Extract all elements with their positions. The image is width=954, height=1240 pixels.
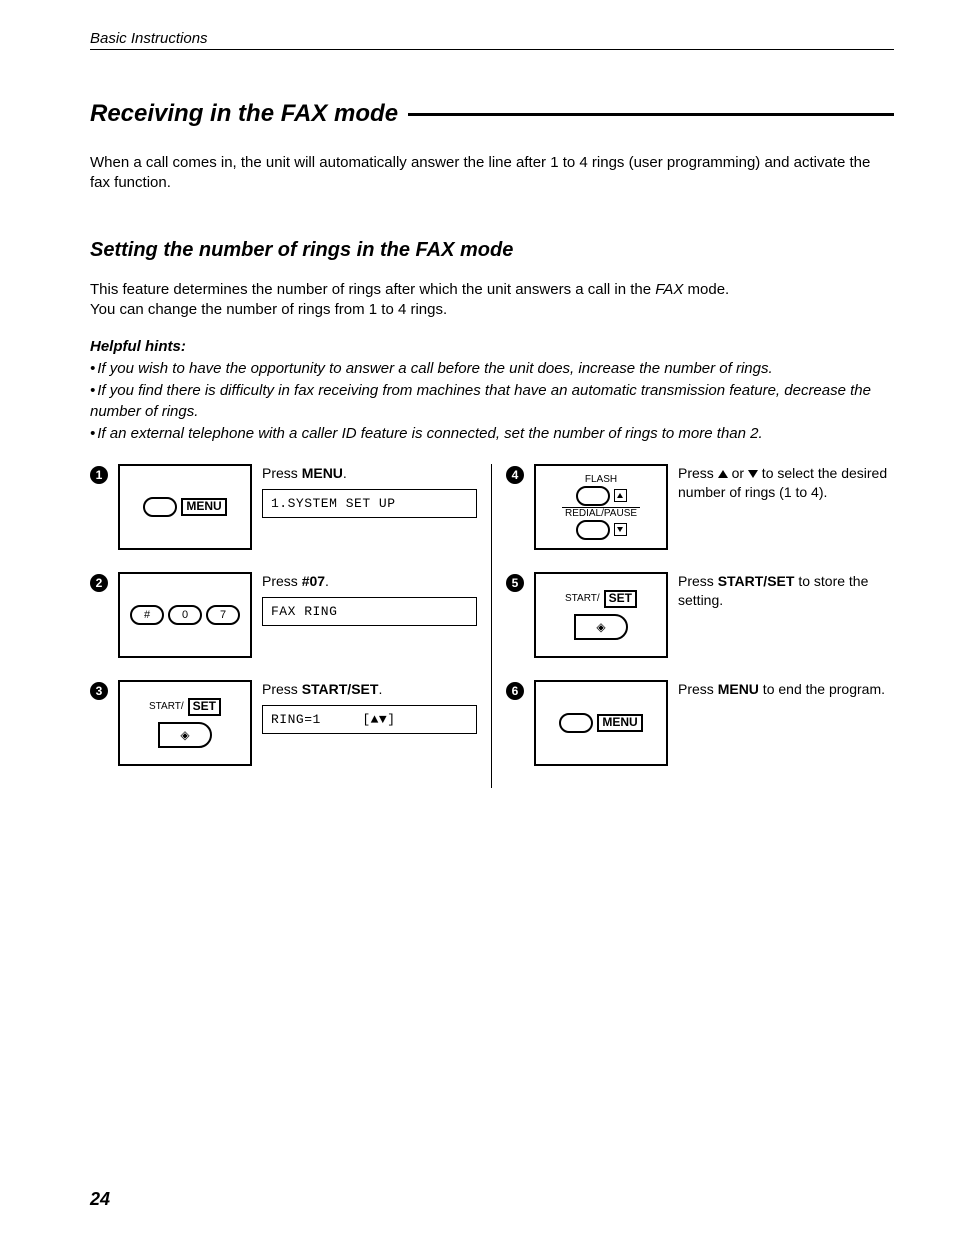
header-section-label: Basic Instructions: [90, 30, 894, 50]
step-number-icon: 2: [90, 574, 108, 592]
menu-button-icon: MENU: [181, 498, 226, 515]
device-panel: START/ SET ◈: [118, 680, 252, 766]
step-instruction: Press or to select the desired number of…: [678, 464, 894, 502]
desc-line2: You can change the number of rings from …: [90, 301, 447, 318]
step-instruction: Press MENU to end the program.: [678, 680, 894, 699]
start-button-icon: ◈: [574, 614, 628, 640]
instr-text: Press: [678, 681, 718, 697]
step-5: 5 START/ SET ◈ Press START/SET to store …: [506, 572, 894, 658]
step-number-icon: 3: [90, 682, 108, 700]
instr-bold: START/SET: [718, 573, 795, 589]
hints-list: If you wish to have the opportunity to a…: [90, 359, 894, 444]
set-button-icon: SET: [604, 590, 637, 607]
step-instruction: Press #07. FAX RING: [262, 572, 477, 626]
desc-line1-em: FAX: [655, 281, 683, 298]
subsection-title: Setting the number of rings in the FAX m…: [90, 239, 894, 262]
menu-button-icon: MENU: [597, 714, 642, 731]
instr-bold: #07: [302, 573, 325, 589]
diamond-icon: ◈: [596, 620, 605, 634]
step-number-icon: 4: [506, 466, 524, 484]
step-instruction: Press MENU. 1.SYSTEM SET UP: [262, 464, 477, 518]
up-arrow-icon: [614, 489, 627, 502]
step-1: 1 MENU Press MENU. 1.SYSTEM SET UP: [90, 464, 477, 550]
hint-item: If you find there is difficulty in fax r…: [90, 381, 894, 422]
instr-text: to end the program.: [759, 681, 885, 697]
start-label: START/: [565, 594, 600, 604]
step-4: 4 FLASH REDIAL/PAUSE Press or to s: [506, 464, 894, 550]
section-title: Receiving in the FAX mode: [90, 100, 894, 128]
hint-item: If you wish to have the opportunity to a…: [90, 359, 894, 379]
lcd-display: RING=1 [▲▼]: [262, 705, 477, 735]
section-title-text: Receiving in the FAX mode: [90, 100, 398, 128]
step-number-icon: 1: [90, 466, 108, 484]
down-arrow-icon: [614, 523, 627, 536]
zero-key-icon: 0: [168, 605, 202, 625]
instr-text: Press: [262, 573, 302, 589]
down-triangle-icon: [748, 470, 758, 478]
hint-item: If an external telephone with a caller I…: [90, 424, 894, 444]
instr-text: .: [343, 465, 347, 481]
manual-page: Basic Instructions Receiving in the FAX …: [0, 0, 954, 1240]
instr-text: .: [378, 681, 382, 697]
instr-text: .: [325, 573, 329, 589]
start-label: START/: [149, 702, 184, 712]
flash-label: FLASH: [585, 475, 617, 485]
step-6: 6 MENU Press MENU to end the program.: [506, 680, 894, 766]
hash-key-icon: #: [130, 605, 164, 625]
blank-button-icon: [559, 713, 593, 733]
step-3: 3 START/ SET ◈ Press START/SET. RING=1 […: [90, 680, 477, 766]
lcd-display: FAX RING: [262, 597, 477, 627]
instr-bold: MENU: [718, 681, 759, 697]
diamond-icon: ◈: [180, 728, 189, 742]
title-rule: [408, 113, 894, 116]
instr-text: Press: [262, 465, 302, 481]
lcd-display: 1.SYSTEM SET UP: [262, 489, 477, 519]
instr-bold: START/SET: [302, 681, 379, 697]
set-button-icon: SET: [188, 698, 221, 715]
device-panel: FLASH REDIAL/PAUSE: [534, 464, 668, 550]
description: This feature determines the number of ri…: [90, 280, 894, 321]
intro-paragraph: When a call comes in, the unit will auto…: [90, 153, 894, 194]
desc-line1-tail: mode.: [683, 281, 729, 298]
device-panel: START/ SET ◈: [534, 572, 668, 658]
redial-label: REDIAL/PAUSE: [565, 509, 637, 519]
start-button-icon: ◈: [158, 722, 212, 748]
desc-line1-pre: This feature determines the number of ri…: [90, 281, 655, 298]
flash-button-icon: [576, 486, 610, 506]
step-instruction: Press START/SET to store the setting.: [678, 572, 894, 610]
instr-text: Press: [678, 573, 718, 589]
instr-text: Press: [262, 681, 302, 697]
up-triangle-icon: [718, 470, 728, 478]
blank-button-icon: [143, 497, 177, 517]
device-panel: # 0 7: [118, 572, 252, 658]
instr-bold: MENU: [302, 465, 343, 481]
device-panel: MENU: [118, 464, 252, 550]
steps-right-column: 4 FLASH REDIAL/PAUSE Press or to s: [492, 464, 894, 788]
step-instruction: Press START/SET. RING=1 [▲▼]: [262, 680, 477, 734]
step-number-icon: 5: [506, 574, 524, 592]
steps-container: 1 MENU Press MENU. 1.SYSTEM SET UP 2: [90, 464, 894, 788]
seven-key-icon: 7: [206, 605, 240, 625]
hints-heading: Helpful hints:: [90, 338, 894, 355]
page-number: 24: [90, 1189, 110, 1210]
step-number-icon: 6: [506, 682, 524, 700]
redial-button-icon: [576, 520, 610, 540]
step-2: 2 # 0 7 Press #07. FAX RING: [90, 572, 477, 658]
device-panel: MENU: [534, 680, 668, 766]
steps-left-column: 1 MENU Press MENU. 1.SYSTEM SET UP 2: [90, 464, 492, 788]
